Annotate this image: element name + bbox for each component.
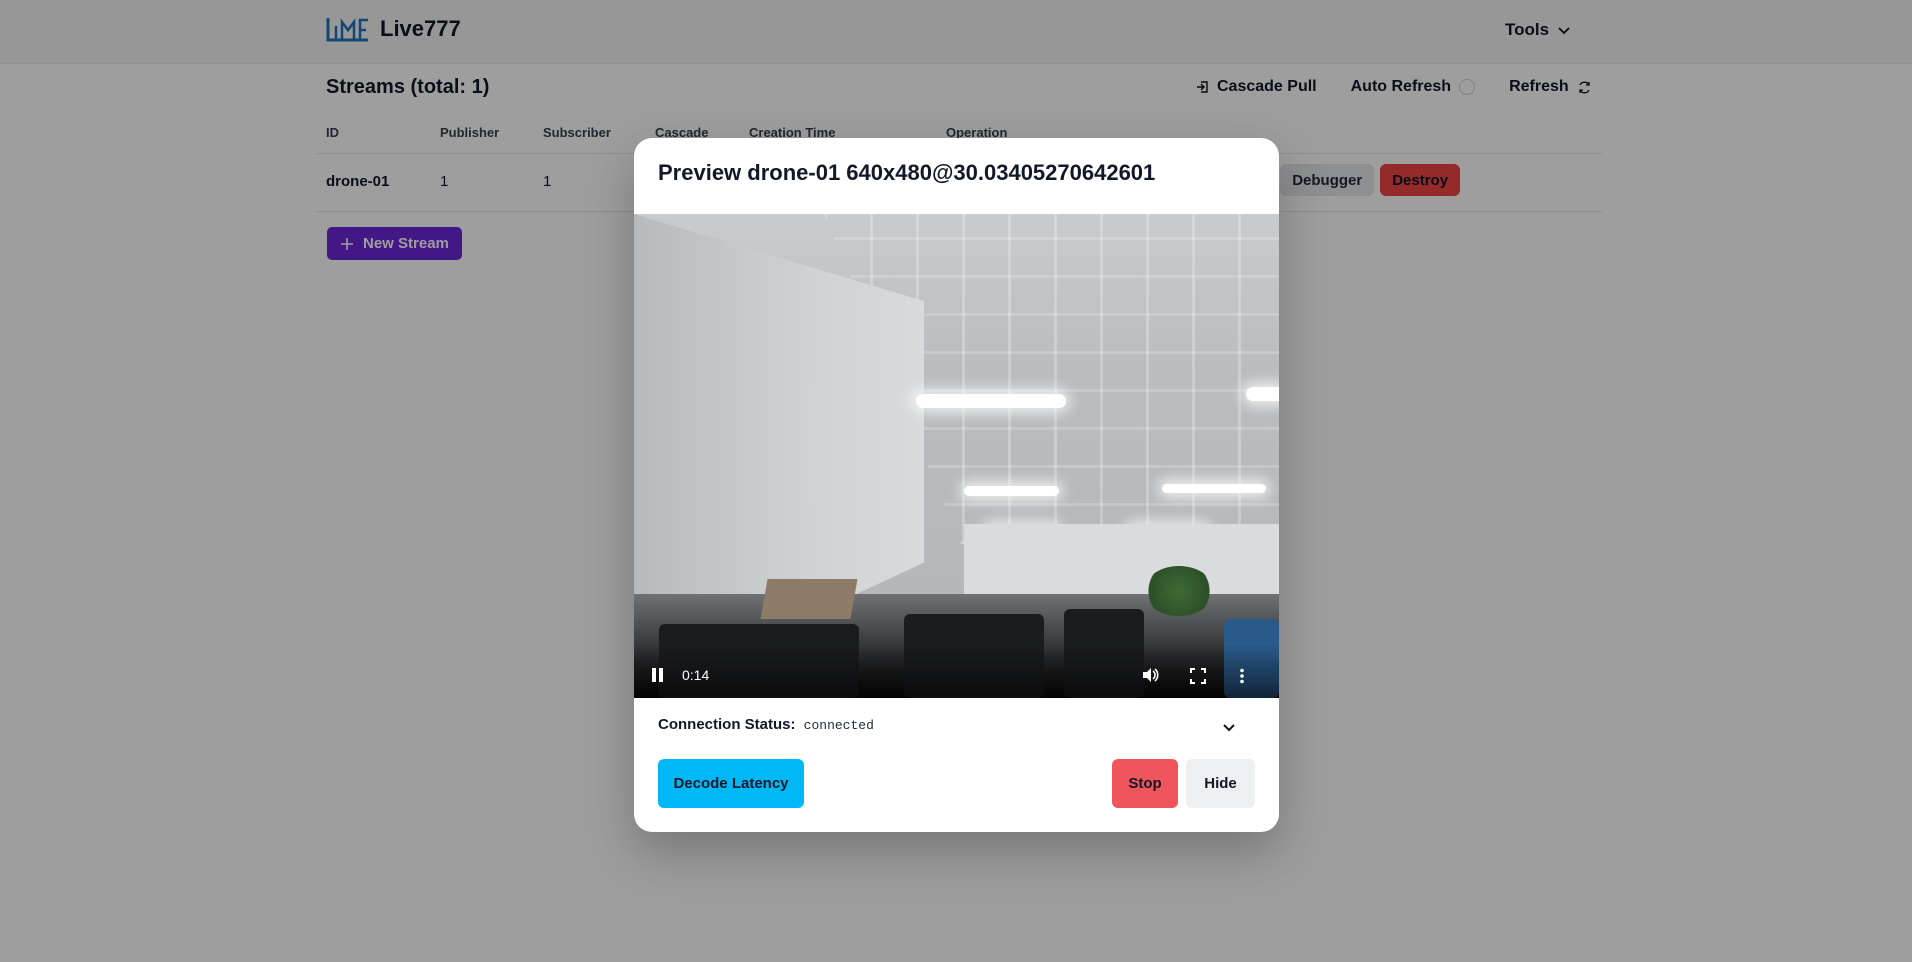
more-vertical-icon[interactable]: [1239, 668, 1245, 684]
connection-status-value: connected: [803, 718, 874, 733]
video-time: 0:14: [682, 667, 710, 683]
decode-latency-button[interactable]: Decode Latency: [658, 759, 804, 808]
connection-status-label: Connection Status:: [658, 716, 796, 733]
preview-dialog: Preview drone-01 640x480@30.034052706426…: [634, 138, 1279, 832]
video-controls: 0:14: [634, 644, 1279, 698]
fullscreen-icon[interactable]: [1190, 668, 1206, 684]
connection-status: Connection Status: connected: [658, 716, 874, 733]
hide-button[interactable]: Hide: [1186, 759, 1255, 808]
video-player[interactable]: 0:14: [634, 214, 1279, 698]
dialog-title: Preview drone-01 640x480@30.034052706426…: [658, 160, 1156, 185]
stop-button[interactable]: Stop: [1112, 759, 1178, 808]
volume-icon[interactable]: [1141, 666, 1159, 684]
chevron-down-icon[interactable]: [1222, 720, 1236, 734]
pause-icon[interactable]: [652, 668, 666, 682]
